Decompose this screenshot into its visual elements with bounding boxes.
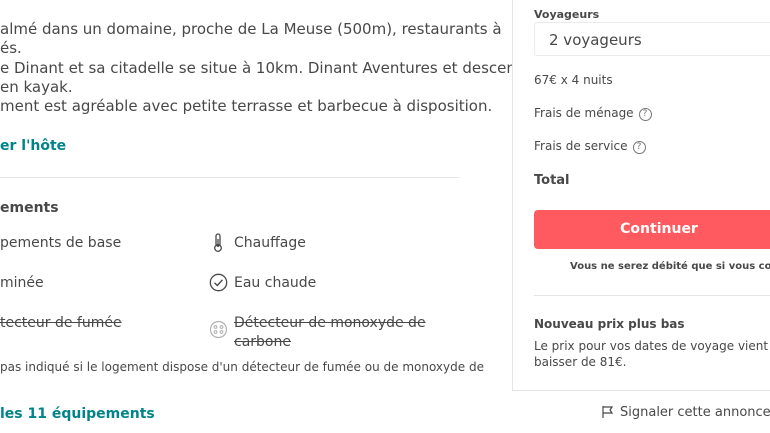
amenity-co-detector-unavailable: Détecteur de monoxyde de <box>234 315 426 331</box>
cleaning-fee-help-icon[interactable]: ? <box>638 108 652 121</box>
amenities-title: ements <box>0 200 59 216</box>
report-listing-link[interactable]: Signaler cette annonce <box>620 405 770 420</box>
description-line: en kayak. <box>0 78 73 96</box>
description-line: ment est agréable avec petite terrasse e… <box>0 97 493 115</box>
service-fee-row: Frais de service? <box>534 139 646 154</box>
nightly-price: 67€ x 4 nuits <box>534 73 613 87</box>
booking-card <box>512 0 770 391</box>
cleaning-fee-label: Frais de ménage <box>534 106 634 120</box>
divider <box>0 177 459 178</box>
continue-button[interactable]: Continuer <box>534 210 770 249</box>
new-price-text-line2: baisser de 81€. <box>534 355 627 369</box>
amenity-basic-equipment: pements de base <box>0 235 122 251</box>
thermometer-icon <box>214 233 222 252</box>
charge-disclaimer: Vous ne serez débité que si vous confirm… <box>570 261 770 272</box>
show-all-amenities-link[interactable]: les 11 équipements <box>0 406 155 422</box>
new-price-text: Le prix pour vos dates de voyage vient d… <box>534 339 770 353</box>
amenity-fireplace: minée <box>0 275 44 291</box>
cleaning-fee-row: Frais de ménage? <box>534 106 652 121</box>
detector-note: pas indiqué si le logement dispose d'un … <box>0 360 484 374</box>
guests-label: Voyageurs <box>534 8 600 21</box>
amenity-smoke-detector-unavailable: tecteur de fumée <box>0 315 122 331</box>
service-fee-label: Frais de service <box>534 139 628 153</box>
co-detector-icon <box>209 320 228 339</box>
description-line: almé dans un domaine, proche de La Meuse… <box>0 20 502 38</box>
new-price-title: Nouveau prix plus bas <box>534 317 685 331</box>
contact-host-link[interactable]: er l'hôte <box>0 138 66 154</box>
description-line: és. <box>0 39 22 57</box>
amenity-hot-water: Eau chaude <box>234 275 317 291</box>
description-line: e Dinant et sa citadelle se situe à 10km… <box>0 59 555 77</box>
flag-icon[interactable] <box>601 405 614 419</box>
service-fee-help-icon[interactable]: ? <box>632 141 646 154</box>
check-circle-icon <box>209 273 228 292</box>
guests-value: 2 voyageurs <box>549 31 642 49</box>
divider <box>534 295 770 296</box>
guests-select[interactable]: 2 voyageurs <box>534 22 770 56</box>
amenity-heating: Chauffage <box>234 235 306 251</box>
total-label: Total <box>534 173 570 188</box>
amenity-co-detector-unavailable-line2: carbone <box>234 334 291 350</box>
